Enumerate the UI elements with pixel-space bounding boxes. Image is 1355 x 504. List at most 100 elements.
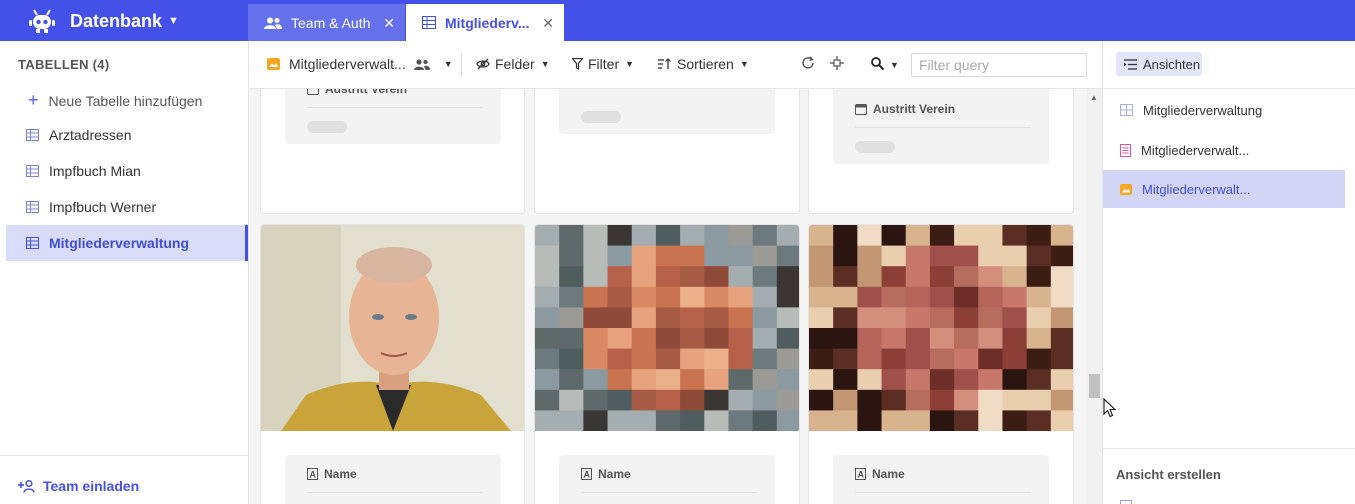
field-divider xyxy=(307,107,483,108)
app-title: Datenbank xyxy=(70,10,163,31)
svg-text:A: A xyxy=(584,470,591,480)
chevron-down-icon: ▼ xyxy=(168,15,179,27)
sort-label: Sortieren xyxy=(677,56,734,72)
refresh-icon[interactable] xyxy=(801,56,815,70)
eye-off-icon xyxy=(476,58,490,70)
sidebar-item-mitgliederverwaltung[interactable]: Mitgliederverwaltung xyxy=(6,225,248,261)
grid-icon xyxy=(26,165,39,177)
fields-button[interactable]: Felder ▼ xyxy=(476,56,550,72)
users-icon xyxy=(264,17,282,29)
plus-icon: + xyxy=(28,90,39,110)
member-photo-pixelated xyxy=(535,225,799,431)
gallery-scrollbar[interactable]: ▲ xyxy=(1087,89,1102,504)
scrollbar-thumb[interactable] xyxy=(1089,374,1100,398)
tab-label: Team & Auth xyxy=(291,14,371,31)
robot-logo-icon xyxy=(29,9,55,33)
mouse-cursor-icon xyxy=(1103,398,1117,418)
search-mode-dropdown[interactable]: ▼ xyxy=(861,53,909,77)
views-panel-footer: Ansicht erstellen xyxy=(1103,448,1355,504)
chevron-down-icon: ▼ xyxy=(443,59,453,69)
tab-mitgliederverwaltung[interactable]: Mitgliederv... ✕ xyxy=(406,4,564,41)
gallery-view-icon xyxy=(267,58,280,70)
svg-text:A: A xyxy=(310,470,317,480)
grid-icon xyxy=(1120,500,1132,504)
view-toolbar: Mitgliederverwalt... ▼ Felder ▼ Filter ▼… xyxy=(249,41,1102,89)
text-field-icon: A xyxy=(855,468,866,480)
card-field: A Name xyxy=(559,455,775,504)
empty-value-placeholder xyxy=(855,141,895,153)
field-divider xyxy=(307,492,483,493)
card-field: A Name xyxy=(285,455,501,504)
gallery-card[interactable]: Austritt Verein xyxy=(808,89,1074,214)
card-field: Austritt Verein xyxy=(285,89,501,144)
gallery-card[interactable]: Austritt Verein xyxy=(260,89,525,214)
grid-icon xyxy=(1120,104,1133,116)
toolbar-divider xyxy=(461,53,462,77)
chevron-down-icon: ▼ xyxy=(739,59,749,69)
view-item-gallery[interactable]: Mitgliederverwalt... xyxy=(1103,170,1345,208)
filter-label: Filter xyxy=(588,56,620,72)
sidebar-footer: Team einladen xyxy=(0,455,248,504)
close-icon[interactable]: ✕ xyxy=(542,15,554,32)
gallery-card[interactable] xyxy=(534,89,800,214)
field-divider xyxy=(855,492,1031,493)
grid-icon xyxy=(422,16,436,29)
app-switcher[interactable]: Datenbank ▼ xyxy=(28,7,179,35)
form-icon xyxy=(1120,143,1131,157)
gallery-card[interactable]: A Name xyxy=(808,224,1074,504)
grid-icon xyxy=(26,237,39,249)
field-divider xyxy=(855,127,1031,128)
filter-button[interactable]: Filter ▼ xyxy=(572,56,634,72)
member-photo-pixelated xyxy=(809,225,1073,431)
sidebar: TABELLEN (4) + Neue Tabelle hinzufügen A… xyxy=(0,41,249,504)
sidebar-item-arztadressen[interactable]: Arztadressen xyxy=(6,117,248,153)
card-field xyxy=(559,89,775,134)
svg-text:A: A xyxy=(858,470,865,480)
views-panel: Ansichten Mitgliederverwaltung Mitgliede… xyxy=(1102,41,1355,504)
top-bar: Datenbank ▼ Team & Auth ✕ Mitgliederv...… xyxy=(0,0,1355,41)
view-item-form[interactable]: Mitgliederverwalt... xyxy=(1103,131,1345,169)
chevron-down-icon: ▼ xyxy=(625,59,635,69)
card-field: Austritt Verein xyxy=(833,89,1049,164)
search-icon xyxy=(871,57,885,73)
sidebar-item-label: Impfbuch Werner xyxy=(49,199,157,215)
sidebar-item-label: Arztadressen xyxy=(49,127,132,143)
gallery-card[interactable]: A Name xyxy=(534,224,800,504)
empty-value-placeholder xyxy=(581,111,621,123)
scroll-up-icon[interactable]: ▲ xyxy=(1090,93,1098,102)
sort-button[interactable]: Sortieren ▼ xyxy=(658,56,749,72)
view-item-grid[interactable]: Mitgliederverwaltung xyxy=(1103,91,1345,129)
invite-team-button[interactable]: Team einladen xyxy=(18,478,139,494)
field-label-text: Name xyxy=(598,467,631,481)
search-input[interactable] xyxy=(911,53,1087,77)
field-divider xyxy=(581,492,757,493)
calendar-icon xyxy=(307,89,319,95)
add-table-button[interactable]: + Neue Tabelle hinzufügen xyxy=(28,90,202,111)
add-table-label: Neue Tabelle hinzufügen xyxy=(48,92,203,109)
views-panel-header: Ansichten xyxy=(1103,41,1355,89)
gallery-card[interactable]: A Name xyxy=(260,224,525,504)
sort-icon xyxy=(658,58,672,70)
tab-team-auth[interactable]: Team & Auth ✕ xyxy=(248,4,405,41)
fields-label: Felder xyxy=(495,56,535,72)
grid-icon xyxy=(26,129,39,141)
chevron-down-icon: ▼ xyxy=(540,59,550,69)
move-icon[interactable] xyxy=(830,56,844,70)
views-toggle-button[interactable]: Ansichten xyxy=(1116,52,1202,76)
sidebar-item-impfbuch-werner[interactable]: Impfbuch Werner xyxy=(6,189,248,225)
view-label: Mitgliederverwalt... xyxy=(289,56,406,72)
close-icon[interactable]: ✕ xyxy=(383,15,395,32)
chevron-down-icon: ▼ xyxy=(890,60,899,70)
invite-label: Team einladen xyxy=(43,478,140,494)
field-label-name: A Name xyxy=(307,467,357,481)
sidebar-item-label: Impfbuch Mian xyxy=(49,163,141,179)
member-photo xyxy=(261,225,524,431)
gallery-view-icon xyxy=(1120,183,1132,195)
field-label-austritt: Austritt Verein xyxy=(307,89,407,96)
view-selector[interactable]: Mitgliederverwalt... ▼ xyxy=(267,56,453,72)
text-field-icon: A xyxy=(307,468,318,480)
list-icon xyxy=(1124,58,1137,70)
sidebar-item-impfbuch-mian[interactable]: Impfbuch Mian xyxy=(6,153,248,189)
gallery-view: Austritt Verein Austritt Verein A Name A… xyxy=(249,89,1087,504)
calendar-icon xyxy=(855,103,867,115)
